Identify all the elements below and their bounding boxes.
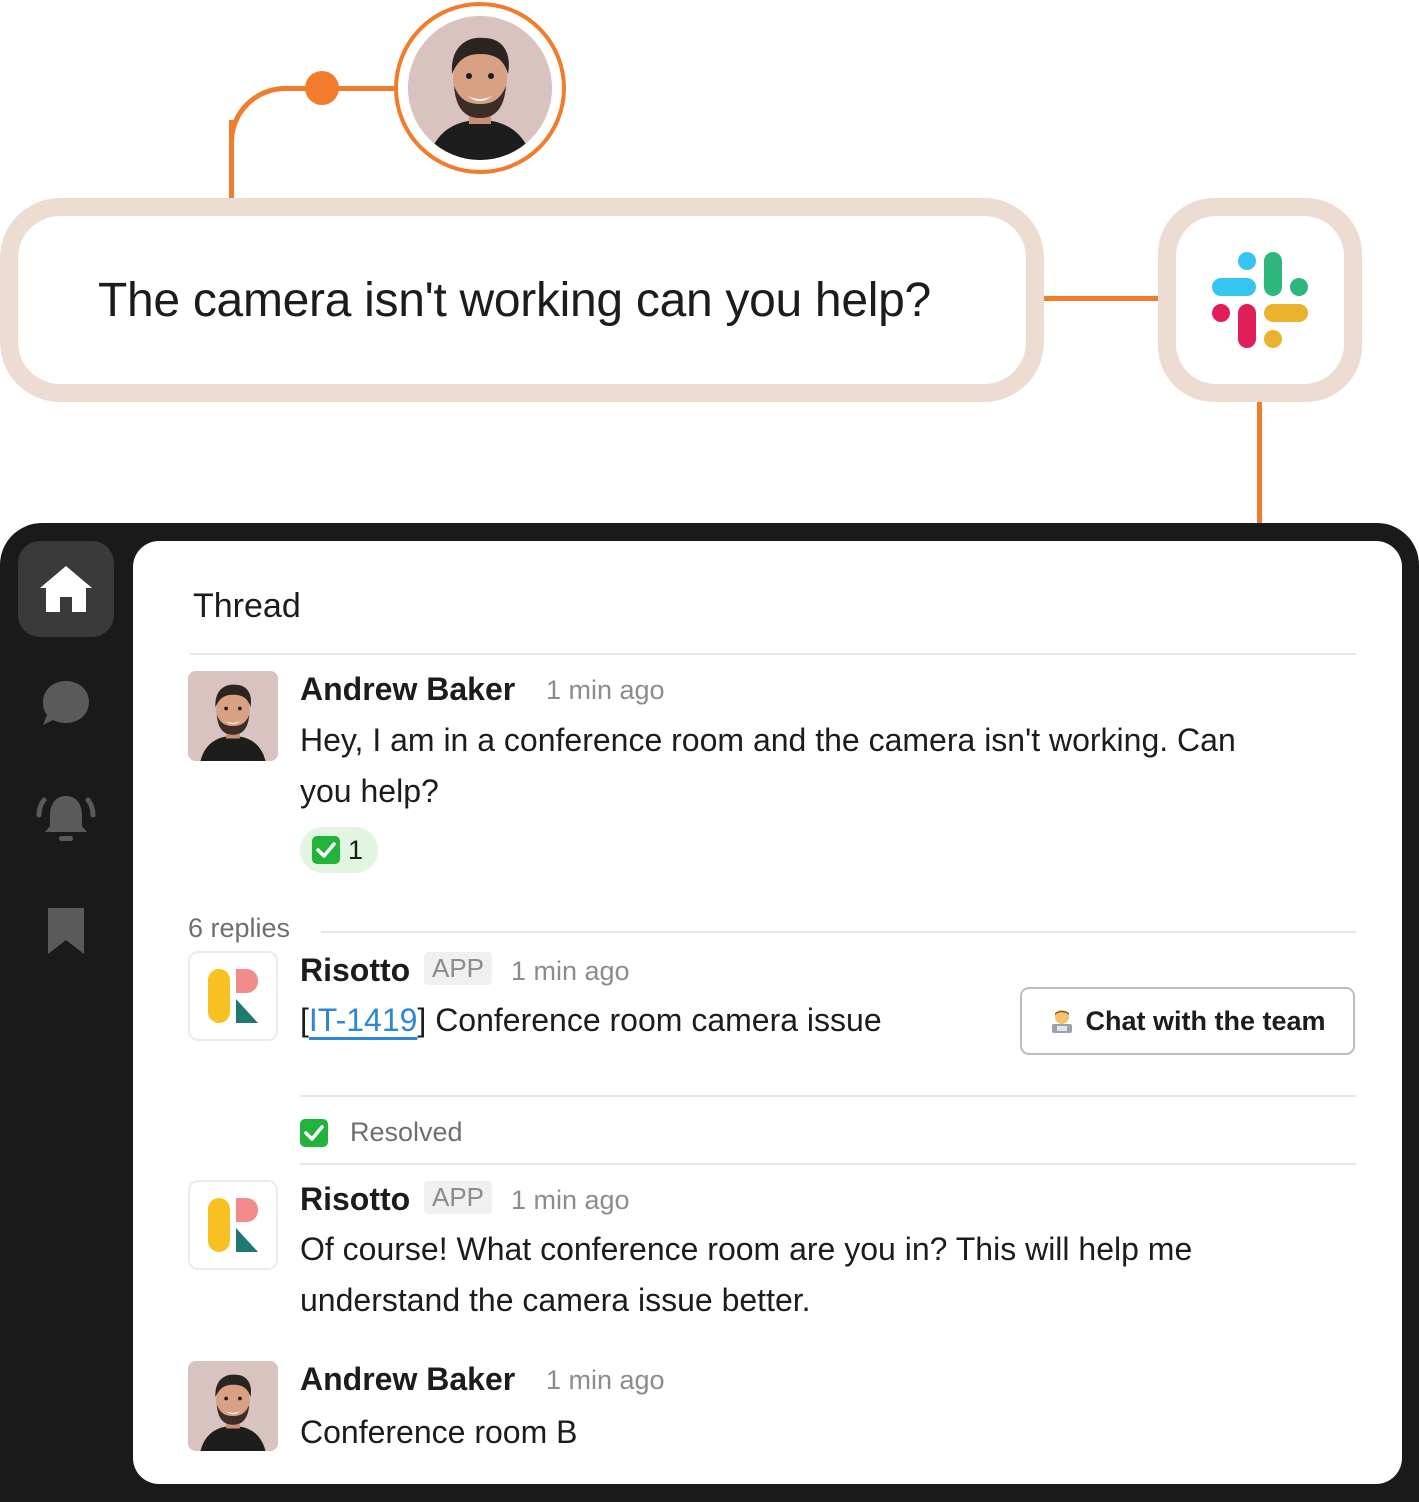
chat-with-team-button[interactable]: Chat with the team (1020, 987, 1355, 1055)
divider (300, 1163, 1356, 1165)
thread-panel: Thread Andrew Baker 1 min ago Hey, I am … (133, 541, 1402, 1484)
slack-logo-icon (1212, 252, 1308, 348)
technologist-icon (1052, 1010, 1073, 1033)
divider (190, 653, 1356, 655)
app-badge: APP (424, 1181, 493, 1214)
message-text-line: understand the camera issue better. (300, 1282, 811, 1318)
ticket-summary: Conference room camera issue (426, 1002, 882, 1038)
message-author[interactable]: Risotto (300, 1181, 410, 1218)
check-mark-icon (300, 1118, 328, 1147)
divider (321, 931, 1356, 933)
bracket: ] (417, 1002, 427, 1038)
message-author[interactable]: Andrew Baker (300, 1361, 515, 1398)
connector-dot (305, 71, 339, 105)
rail-item-alerts[interactable] (18, 769, 114, 865)
risotto-logo-icon (208, 969, 258, 1023)
question-text: The camera isn't working can you help? (98, 273, 931, 327)
message-time: 1 min ago (546, 675, 665, 705)
user-avatar-large (394, 2, 566, 174)
message-text-line: Conference room B (300, 1414, 578, 1450)
avatar[interactable] (188, 1361, 278, 1451)
connector-line (229, 120, 234, 202)
rail-item-home[interactable] (18, 541, 114, 637)
rail-item-saved[interactable] (18, 883, 114, 979)
app-window: Thread Andrew Baker 1 min ago Hey, I am … (0, 523, 1419, 1502)
chat-with-team-label: Chat with the team (1085, 1005, 1326, 1036)
connector-line (1040, 296, 1164, 301)
app-badge: APP (424, 952, 493, 985)
slack-card (1158, 198, 1362, 402)
status-text: Resolved (350, 1117, 463, 1147)
home-icon (40, 566, 92, 612)
message-author[interactable]: Andrew Baker (300, 671, 515, 708)
message-author[interactable]: Risotto (300, 952, 410, 989)
bookmark-icon (48, 908, 84, 954)
app-avatar[interactable] (188, 1180, 278, 1270)
page-title: Thread (193, 587, 301, 625)
divider (300, 1095, 1356, 1097)
bell-icon (36, 796, 96, 841)
ticket-link[interactable]: IT-1419 (309, 1002, 418, 1038)
connector-line (286, 86, 398, 91)
bracket: [ (300, 1002, 309, 1038)
ticket-line: [IT-1419] Conference room camera issue (300, 995, 882, 1046)
reaction-pill[interactable]: 1 (300, 827, 378, 873)
rail-item-messages[interactable] (18, 655, 114, 751)
connector-line (1257, 398, 1262, 528)
check-mark-icon (312, 836, 340, 864)
message-text-line: Hey, I am in a conference room and the c… (300, 722, 1236, 758)
question-card: The camera isn't working can you help? (0, 198, 1044, 402)
avatar-photo (408, 16, 552, 160)
risotto-logo-icon (208, 1198, 258, 1252)
status-badge: Resolved (300, 1117, 463, 1148)
chat-bubble-icon (43, 681, 89, 725)
nav-rail (0, 523, 132, 1502)
message-time: 1 min ago (546, 1365, 665, 1395)
message-time: 1 min ago (511, 1185, 630, 1215)
reaction-count: 1 (348, 834, 364, 865)
message-text-line: Of course! What conference room are you … (300, 1231, 1193, 1267)
message-text-line: you help? (300, 773, 439, 809)
app-avatar[interactable] (188, 951, 278, 1041)
avatar[interactable] (188, 671, 278, 761)
message-time: 1 min ago (511, 956, 630, 986)
replies-count[interactable]: 6 replies (188, 913, 290, 944)
connector-curve (229, 86, 289, 146)
